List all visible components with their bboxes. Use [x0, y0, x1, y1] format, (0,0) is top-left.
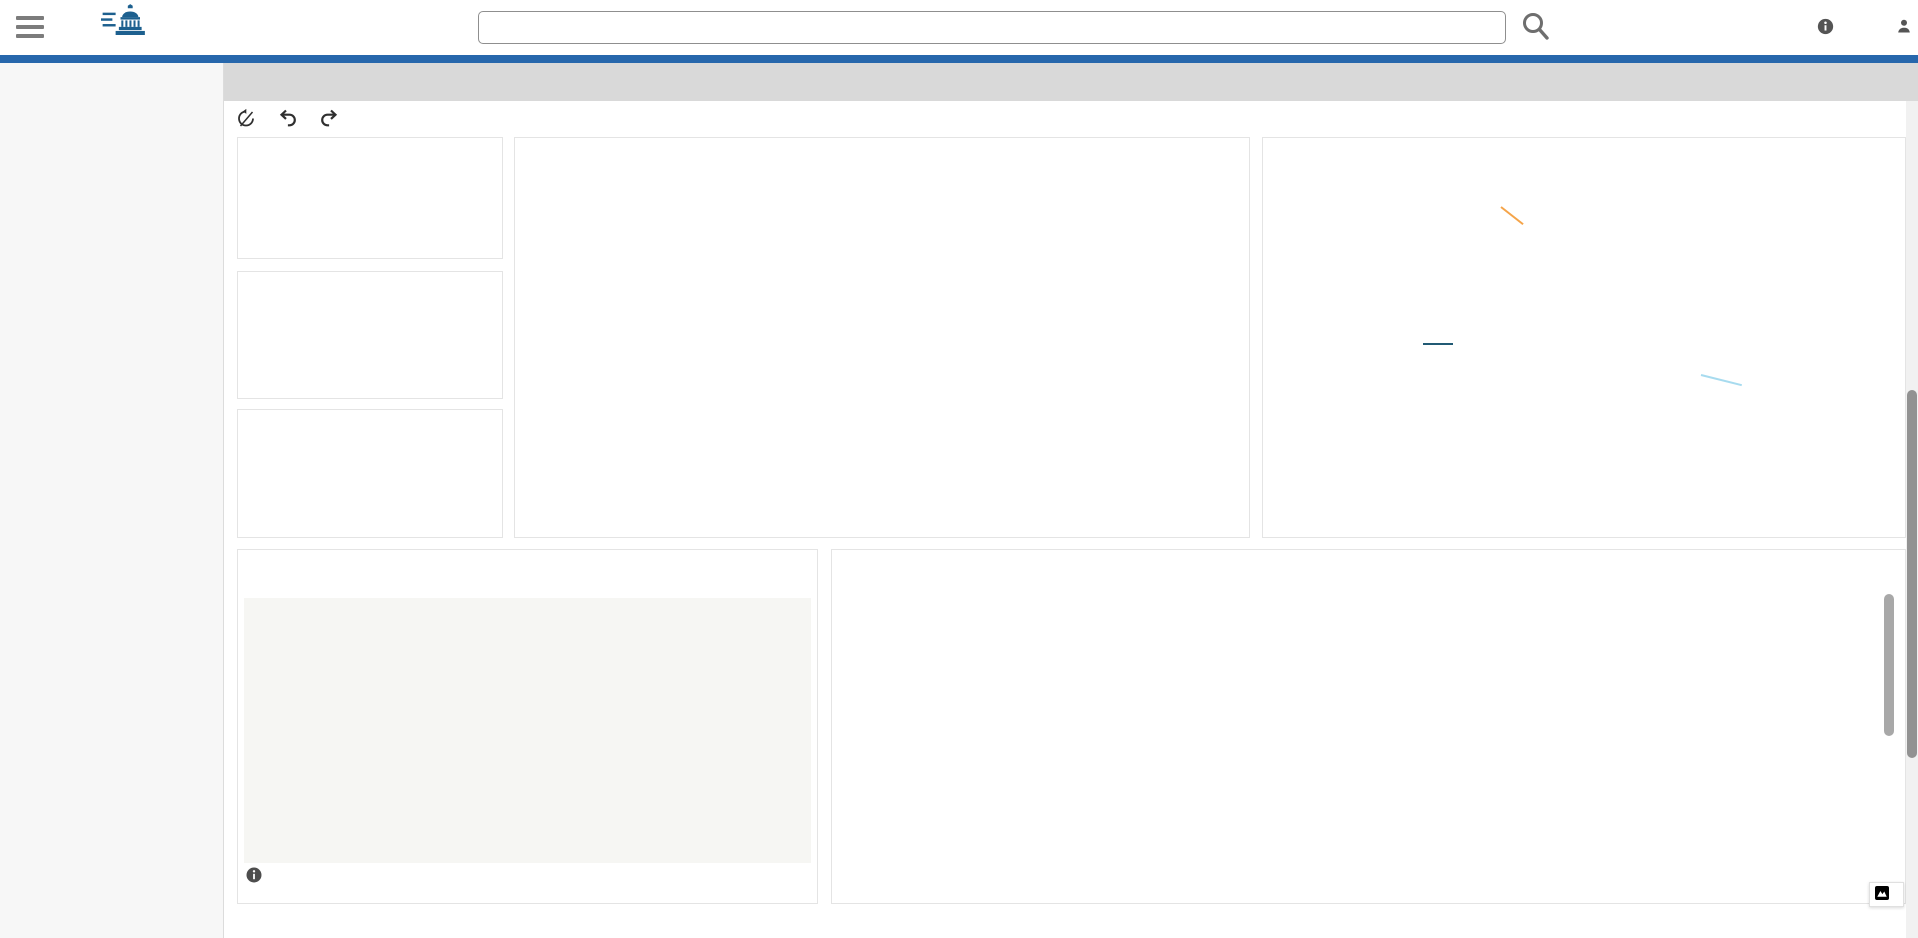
- undo-icon[interactable]: [277, 108, 298, 134]
- agency-logo: [54, 4, 204, 43]
- table-panel: [831, 549, 1906, 904]
- callout-line: [1423, 343, 1453, 345]
- kpi-card-below-100-nmi: [237, 271, 503, 399]
- info-icon[interactable]: [1817, 18, 1834, 38]
- search-input[interactable]: [478, 11, 1506, 44]
- search-icon[interactable]: [1520, 10, 1550, 47]
- map-attribution: [246, 867, 811, 888]
- reset-icon[interactable]: [236, 108, 256, 134]
- map-panel: [237, 549, 818, 904]
- page-title: [224, 63, 1918, 101]
- app-window: [0, 0, 1918, 938]
- page-scrollbar-thumb[interactable]: [1907, 390, 1917, 758]
- dashboard-content: [224, 101, 1918, 938]
- bar-chart-panel: [514, 137, 1250, 538]
- redo-icon[interactable]: [319, 108, 340, 134]
- accent-bar: [0, 55, 1918, 63]
- quicksight-logo-icon: [1875, 886, 1889, 903]
- kpi-card-undefined-nmi: [237, 137, 503, 259]
- callout-line: [1700, 374, 1742, 387]
- user-icon[interactable]: [1896, 18, 1912, 37]
- kpi-card-above-100-nmi: [237, 409, 503, 538]
- capitol-logo-icon: [101, 4, 153, 45]
- choropleth-map[interactable]: [244, 598, 811, 863]
- bar-chart-plot: [585, 266, 1154, 491]
- hamburger-menu-icon[interactable]: [16, 16, 44, 38]
- sidebar: [0, 63, 224, 938]
- top-bar: [0, 0, 1918, 55]
- table-scrollbar-thumb[interactable]: [1884, 594, 1894, 736]
- page-scrollbar[interactable]: [1906, 101, 1918, 938]
- dashboard-toolbar: [236, 108, 340, 134]
- quicksight-badge: [1869, 882, 1904, 907]
- callout-line: [1500, 206, 1524, 226]
- donut-chart-panel: [1262, 137, 1906, 538]
- info-icon: [246, 867, 262, 888]
- donut-center: [1495, 250, 1663, 418]
